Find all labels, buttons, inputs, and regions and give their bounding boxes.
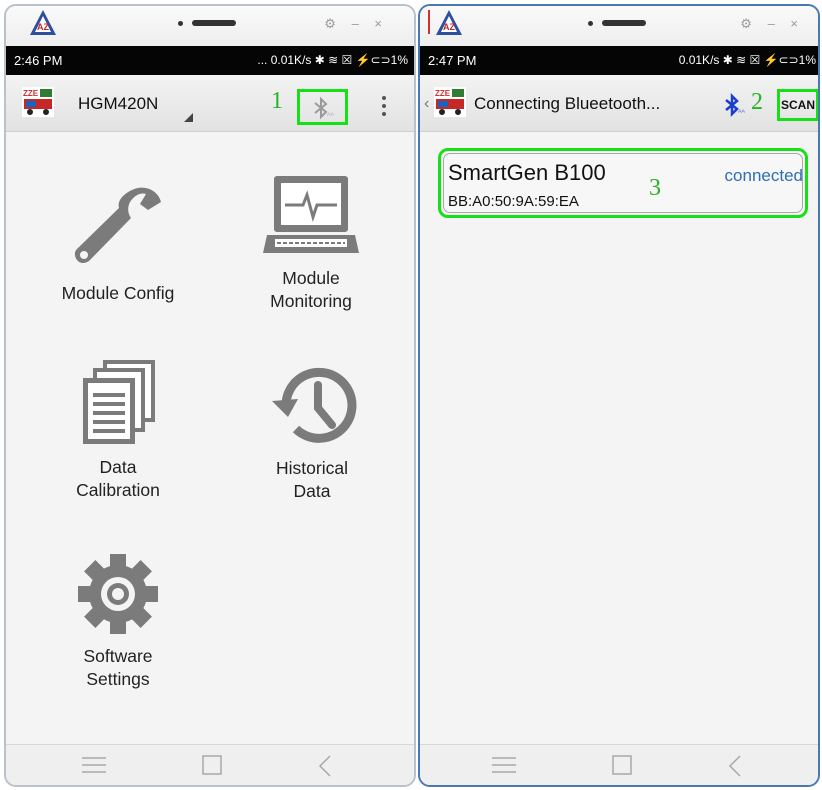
- device-mac-address: BB:A0:50:9A:59:EA: [448, 193, 579, 210]
- app-bar: ZZE HGM420N 1 ᴬᴬ: [6, 75, 414, 132]
- back-icon[interactable]: [318, 755, 332, 777]
- bluetooth-button[interactable]: ᴬᴬ: [297, 89, 348, 125]
- page-title: Connecting Blueetooth...: [474, 94, 661, 113]
- svg-text:ZZE: ZZE: [23, 89, 39, 98]
- status-system-info: 0.01K/s ✱ ≋ ☒ ⚡⊂⊃1%: [678, 53, 816, 67]
- window-chrome: AZ ⚙ – ×: [6, 6, 414, 46]
- gear-icon: [78, 554, 158, 634]
- svg-text:AZ: AZ: [37, 22, 49, 32]
- overflow-menu-icon[interactable]: [382, 96, 387, 120]
- window-handle[interactable]: [602, 20, 646, 26]
- svg-text:ᴬᴬ: ᴬᴬ: [327, 111, 334, 120]
- menu-item-data-calibration[interactable]: Data Calibration: [48, 358, 188, 502]
- device-list-item[interactable]: SmartGen B100 BB:A0:50:9A:59:EA 3 connec…: [438, 148, 808, 218]
- left-phone-screen: AZ ⚙ – × 2:46 PM ... 0.01K/s ✱ ≋ ☒ ⚡⊂⊃1%…: [4, 4, 416, 787]
- status-system-info: ... 0.01K/s ✱ ≋ ☒ ⚡⊂⊃1%: [257, 53, 408, 67]
- status-time: 2:46 PM: [14, 53, 63, 68]
- status-time: 2:47 PM: [428, 53, 477, 68]
- page-dot: [178, 21, 183, 26]
- zze-app-icon: ZZE: [22, 87, 54, 117]
- svg-text:ZZE: ZZE: [435, 89, 451, 98]
- menu-item-module-monitoring[interactable]: Module Monitoring: [236, 173, 386, 313]
- annotation-2: 2: [751, 89, 763, 115]
- menu-item-module-config[interactable]: Module Config: [40, 182, 196, 305]
- window-handle[interactable]: [192, 20, 236, 26]
- bluetooth-icon: ᴬᴬ: [314, 96, 334, 120]
- back-chevron-icon[interactable]: ‹: [424, 95, 429, 113]
- history-icon: [272, 367, 357, 443]
- home-icon[interactable]: [202, 755, 222, 775]
- menu-label: Module Monitoring: [270, 268, 352, 311]
- navigation-bar: [420, 744, 818, 785]
- menu-label: Historical Data: [276, 458, 348, 501]
- dropdown-triangle-icon[interactable]: [184, 113, 193, 122]
- menu-item-software-settings[interactable]: Software Settings: [48, 551, 188, 691]
- window-controls[interactable]: ⚙ – ×: [740, 16, 804, 32]
- bluetooth-connected-icon: ᴬᴬ: [725, 93, 745, 117]
- annotation-1: 1: [271, 88, 283, 114]
- device-name: SmartGen B100: [448, 160, 606, 185]
- status-bar: 2:46 PM ... 0.01K/s ✱ ≋ ☒ ⚡⊂⊃1%: [6, 46, 414, 75]
- menu-label: Software Settings: [83, 646, 153, 689]
- connection-status: connected: [724, 166, 803, 185]
- cursor-mark: [428, 10, 430, 34]
- window-chrome: AZ ⚙ – ×: [420, 6, 818, 46]
- home-icon[interactable]: [612, 755, 632, 775]
- svg-text:ᴬᴬ: ᴬᴬ: [738, 108, 745, 117]
- scan-button[interactable]: SCAN: [777, 89, 818, 121]
- device-model-title[interactable]: HGM420N: [78, 94, 158, 114]
- status-bar: 2:47 PM 0.01K/s ✱ ≋ ☒ ⚡⊂⊃1%: [420, 46, 818, 75]
- navigation-bar: [6, 744, 414, 785]
- monitor-icon: [263, 176, 359, 253]
- menu-item-historical-data[interactable]: Historical Data: [242, 363, 382, 503]
- menu-icon[interactable]: [492, 755, 516, 775]
- menu-icon[interactable]: [82, 755, 106, 775]
- page-dot: [588, 21, 593, 26]
- wrench-icon: [74, 187, 161, 263]
- app-bar: ‹ ZZE Connecting Blueetooth... ᴬᴬ 2 SCAN: [420, 75, 818, 132]
- az-logo-icon: AZ: [436, 10, 462, 35]
- menu-label: Data Calibration: [76, 457, 160, 500]
- back-icon[interactable]: [728, 755, 742, 777]
- az-logo-icon: AZ: [30, 10, 56, 35]
- annotation-3: 3: [649, 175, 661, 201]
- right-phone-screen: AZ ⚙ – × 2:47 PM 0.01K/s ✱ ≋ ☒ ⚡⊂⊃1% ‹ Z…: [418, 4, 820, 787]
- window-controls[interactable]: ⚙ – ×: [324, 16, 388, 32]
- svg-text:AZ: AZ: [443, 22, 455, 32]
- menu-label: Module Config: [61, 283, 175, 303]
- documents-icon: [83, 360, 155, 444]
- zze-app-icon: ZZE: [434, 87, 466, 117]
